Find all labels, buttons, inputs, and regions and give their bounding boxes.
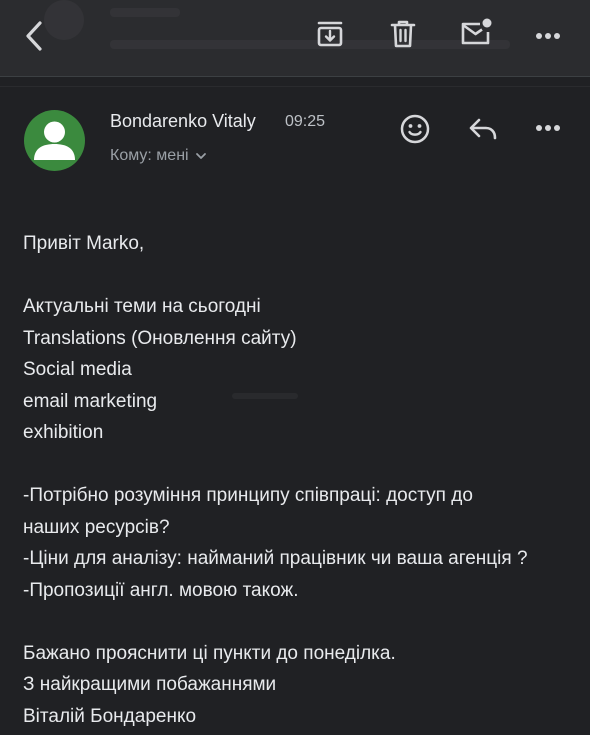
email-body: Привіт Marko, Актуальні теми на сьогодні… [23,228,573,732]
mark-unread-button[interactable] [456,14,496,50]
sender-avatar[interactable] [24,110,85,171]
emoji-icon [400,114,430,144]
person-icon [34,121,75,160]
mail-unread-icon [461,18,492,45]
topic-item: Translations (Оновлення сайту) [23,327,297,349]
delete-button[interactable] [386,16,420,52]
topic-item: email marketing [23,390,158,412]
closing-line: Бажано прояснити ці пункти до понеділка. [23,642,396,664]
signature: Віталій Бондаренко [23,705,197,727]
more-horizontal-icon [536,125,560,131]
question-line: -Пропозиції англ. мовою також. [23,579,299,601]
top-toolbar [0,0,590,77]
reply-icon [469,118,497,140]
back-button[interactable] [18,18,50,54]
trash-icon [390,20,416,48]
header-divider [0,86,590,87]
closing-line: З найкращими побажаннями [23,674,277,695]
question-line: -Ціни для аналізу: найманий працівник чи… [23,548,528,569]
chevron-left-icon [26,21,42,51]
more-options-button[interactable] [530,22,566,50]
topic-item: exhibition [23,422,104,443]
sender-name[interactable]: Bondarenko Vitaly [110,111,256,132]
archive-button[interactable] [312,16,348,52]
background-text-ghost [110,40,510,49]
chevron-down-icon [195,153,206,159]
redaction-mark [232,393,298,399]
topic-item: Social media [23,359,132,380]
email-time: 09:25 [285,113,326,130]
topics-intro: Актуальні теми на сьогодні [23,296,261,317]
greeting: Привіт Marko, [23,233,145,254]
recipient-line: Кому: мені [110,147,189,164]
more-horizontal-icon [536,33,560,39]
emoji-reaction-button[interactable] [396,110,434,148]
question-line: наших ресурсів? [23,516,170,538]
reply-button[interactable] [464,112,502,146]
message-more-button[interactable] [530,114,566,142]
recipient-details-toggle[interactable]: Кому: мені [110,147,207,165]
question-line: -Потрібно розуміння принципу співпраці: … [23,485,473,506]
background-avatar-ghost [44,0,84,40]
archive-icon [317,21,343,47]
background-text-ghost [110,8,180,17]
